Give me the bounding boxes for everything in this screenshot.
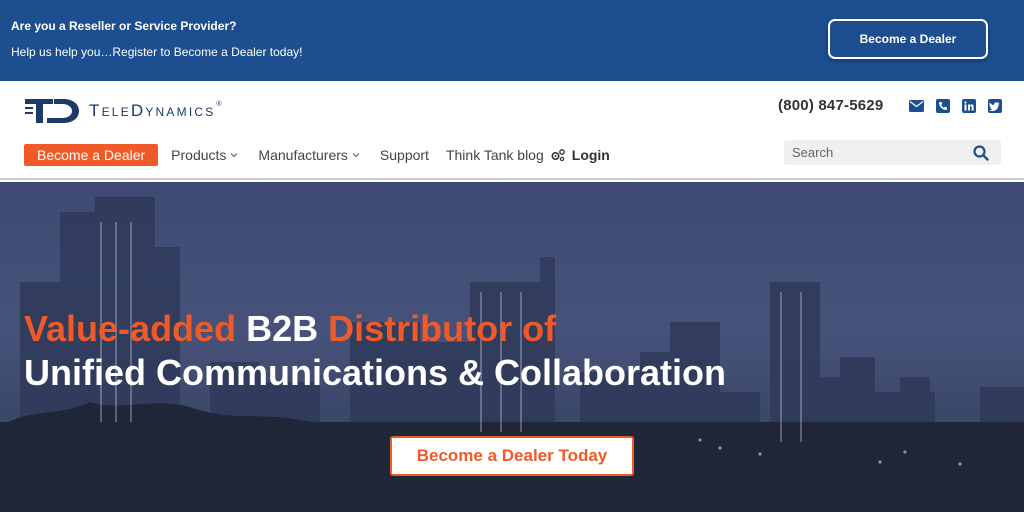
nav-item-label: Support bbox=[379, 147, 429, 163]
nav-item-products[interactable]: Products bbox=[171, 147, 238, 163]
nav-item-label: Think Tank blog bbox=[445, 147, 544, 163]
promo-bar: Are you a Reseller or Service Provider? … bbox=[0, 0, 1024, 81]
td-logo-icon bbox=[25, 99, 79, 123]
login-link[interactable]: Login bbox=[550, 147, 610, 163]
promo-become-dealer-button[interactable]: Become a Dealer bbox=[828, 19, 988, 59]
phone-icon[interactable] bbox=[935, 98, 950, 113]
twitter-icon[interactable] bbox=[987, 98, 1002, 113]
promo-question: Are you a Reseller or Service Provider? bbox=[11, 19, 237, 33]
hero-headline: Value-added B2B Distributor of Unified C… bbox=[24, 307, 726, 395]
gears-icon bbox=[551, 149, 565, 162]
site-header: TeleDynamics® (800) 847-5629 Become a De… bbox=[0, 81, 1024, 180]
phone-number[interactable]: (800) 847-5629 bbox=[778, 97, 883, 114]
social-links bbox=[909, 98, 1002, 113]
hero-headline-part1: Value-added bbox=[24, 308, 247, 349]
logo[interactable]: TeleDynamics® bbox=[23, 97, 224, 125]
nav-item-manufacturers[interactable]: Manufacturers bbox=[258, 147, 360, 163]
hero-become-dealer-button[interactable]: Become a Dealer Today bbox=[390, 436, 634, 476]
envelope-icon[interactable] bbox=[909, 98, 924, 113]
nav-item-label: Products bbox=[171, 147, 227, 163]
hero-headline-part2: B2B bbox=[246, 308, 319, 349]
search-input[interactable] bbox=[784, 145, 964, 160]
promo-tagline: Help us help you…Register to Become a De… bbox=[11, 45, 303, 59]
nav-item-label: Manufacturers bbox=[258, 147, 348, 163]
nav-item-think-tank-blog[interactable]: Think Tank blog bbox=[446, 147, 544, 163]
search-box bbox=[784, 140, 1001, 165]
linkedin-icon[interactable] bbox=[961, 98, 976, 113]
login-label: Login bbox=[571, 147, 610, 163]
nav-become-dealer-button[interactable]: Become a Dealer bbox=[24, 144, 159, 166]
logo-text: TeleDynamics® bbox=[89, 101, 224, 120]
main-nav: Become a Dealer Products Manufacturers S… bbox=[24, 144, 610, 166]
chevron-down-icon bbox=[352, 153, 360, 158]
hero-headline-line2: Unified Communications & Collaboration bbox=[24, 352, 727, 393]
hero-headline-part3: Distributor of bbox=[318, 308, 557, 349]
hero-banner: Value-added B2B Distributor of Unified C… bbox=[0, 182, 1024, 512]
nav-item-support[interactable]: Support bbox=[380, 147, 429, 163]
search-icon[interactable] bbox=[973, 145, 989, 161]
chevron-down-icon bbox=[230, 153, 238, 158]
